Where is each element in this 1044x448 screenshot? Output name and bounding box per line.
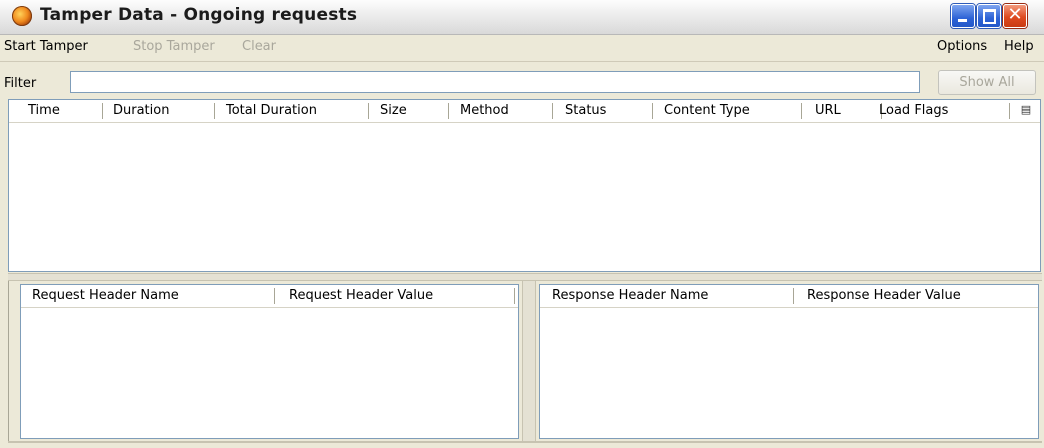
start-tamper-menu[interactable]: Start Tamper bbox=[4, 39, 88, 54]
minimize-button[interactable] bbox=[951, 4, 975, 28]
requests-table[interactable]: Time Duration Total Duration Size Method… bbox=[8, 99, 1041, 272]
close-button[interactable]: ✕ bbox=[1003, 4, 1027, 28]
column-divider[interactable] bbox=[793, 288, 794, 304]
request-headers-header: Request Header Name Request Header Value bbox=[21, 285, 518, 308]
column-header-response-header-name[interactable]: Response Header Name bbox=[552, 285, 708, 307]
stop-tamper-menu: Stop Tamper bbox=[133, 39, 215, 54]
bottom-panel-frame bbox=[8, 281, 19, 442]
maximize-button[interactable] bbox=[977, 4, 1001, 28]
column-header-time[interactable]: Time bbox=[28, 100, 60, 122]
title-bar[interactable]: Tamper Data - Ongoing requests ✕ bbox=[0, 0, 1044, 35]
response-headers-header: Response Header Name Response Header Val… bbox=[540, 285, 1038, 308]
column-divider[interactable] bbox=[801, 103, 802, 119]
filter-input[interactable] bbox=[70, 71, 920, 93]
column-divider[interactable] bbox=[102, 103, 103, 119]
column-header-content-type[interactable]: Content Type bbox=[664, 100, 750, 122]
column-divider[interactable] bbox=[652, 103, 653, 119]
close-icon: ✕ bbox=[1007, 4, 1023, 25]
clear-menu: Clear bbox=[242, 39, 276, 54]
column-header-response-header-value[interactable]: Response Header Value bbox=[807, 285, 961, 307]
column-header-size[interactable]: Size bbox=[380, 100, 407, 122]
filter-label: Filter bbox=[4, 76, 37, 91]
requests-table-header: Time Duration Total Duration Size Method… bbox=[9, 100, 1040, 123]
column-header-status[interactable]: Status bbox=[565, 100, 606, 122]
menu-bar: Start Tamper Stop Tamper Clear Options H… bbox=[0, 35, 1044, 62]
options-menu[interactable]: Options bbox=[937, 39, 987, 54]
column-header-url[interactable]: URL bbox=[815, 100, 841, 122]
minimize-icon bbox=[958, 19, 967, 22]
response-headers-table[interactable]: Response Header Name Response Header Val… bbox=[539, 284, 1039, 439]
column-divider[interactable] bbox=[274, 288, 275, 304]
firefox-icon bbox=[12, 6, 32, 26]
column-header-method[interactable]: Method bbox=[460, 100, 509, 122]
column-divider[interactable] bbox=[514, 288, 515, 304]
column-divider[interactable] bbox=[448, 103, 449, 119]
maximize-icon bbox=[983, 9, 996, 24]
column-divider[interactable] bbox=[368, 103, 369, 119]
window-title: Tamper Data - Ongoing requests bbox=[40, 5, 358, 25]
column-divider[interactable] bbox=[1009, 103, 1010, 119]
column-divider[interactable] bbox=[552, 103, 553, 119]
column-header-total-duration[interactable]: Total Duration bbox=[226, 100, 317, 122]
window-bottom-edge bbox=[8, 441, 1042, 443]
column-header-duration[interactable]: Duration bbox=[113, 100, 169, 122]
show-all-button: Show All bbox=[938, 70, 1036, 95]
column-header-request-header-name[interactable]: Request Header Name bbox=[32, 285, 179, 307]
tamper-data-window: Tamper Data - Ongoing requests ✕ Start T… bbox=[0, 0, 1044, 448]
column-header-request-header-value[interactable]: Request Header Value bbox=[289, 285, 433, 307]
column-header-load-flags[interactable]: Load Flags bbox=[879, 100, 948, 122]
vertical-splitter[interactable] bbox=[522, 281, 536, 441]
column-picker-icon[interactable]: ▤ bbox=[1019, 103, 1033, 117]
request-headers-table[interactable]: Request Header Name Request Header Value bbox=[20, 284, 519, 439]
help-menu[interactable]: Help bbox=[1004, 39, 1034, 54]
column-divider[interactable] bbox=[214, 103, 215, 119]
horizontal-splitter[interactable] bbox=[8, 273, 1042, 281]
